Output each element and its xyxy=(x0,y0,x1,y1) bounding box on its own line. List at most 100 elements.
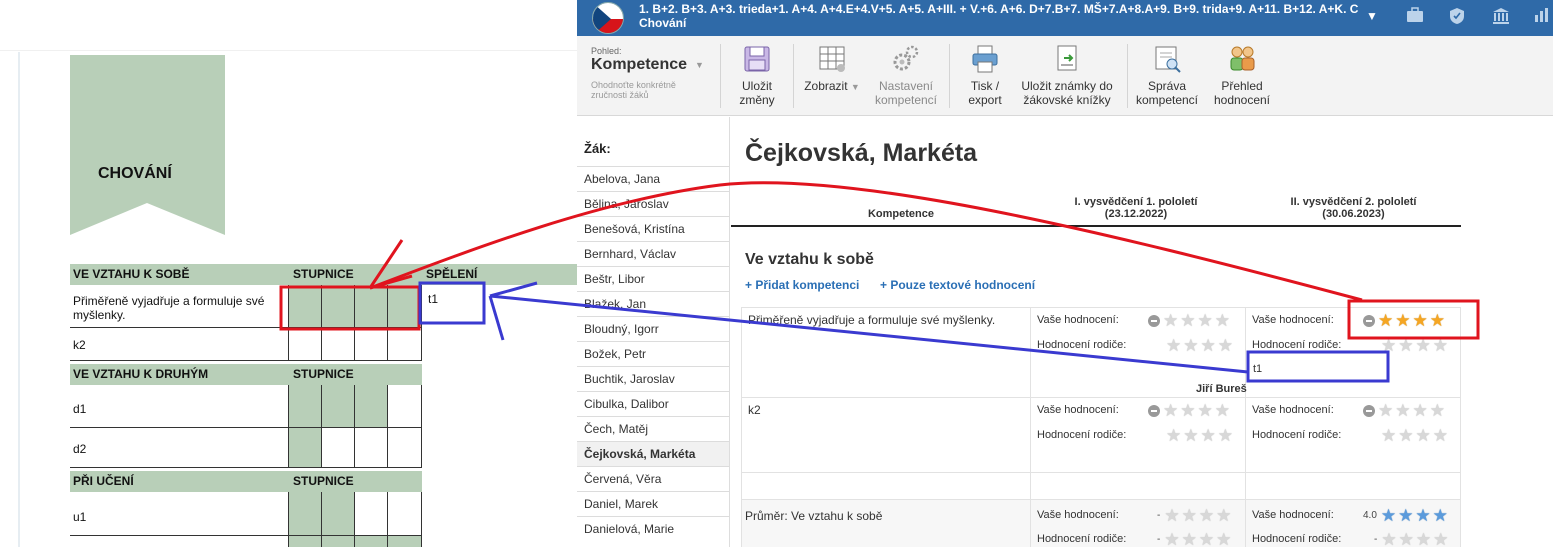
view-selector[interactable]: Kompetence xyxy=(591,56,687,74)
student-list-item[interactable]: Danielová, Marie xyxy=(577,516,729,541)
student-list-item[interactable]: Čejkovská, Markéta xyxy=(577,441,729,466)
shield-icon[interactable] xyxy=(1447,7,1467,27)
class-selector[interactable]: 1. B+2. B+3. A+3. trieda+1. A+4. A+4.E+4… xyxy=(639,2,1358,16)
star-icon[interactable]: ★ xyxy=(1218,337,1233,354)
star-icon[interactable]: ★ xyxy=(1433,531,1448,547)
star-icon[interactable]: ★ xyxy=(1381,507,1396,524)
star-icon[interactable]: ★ xyxy=(1164,531,1179,547)
star-icon[interactable]: ★ xyxy=(1415,507,1430,524)
star-icon[interactable]: ★ xyxy=(1398,427,1413,444)
star-rating[interactable]: ★ ★ ★ ★ xyxy=(1381,427,1450,444)
star-icon[interactable]: ★ xyxy=(1413,402,1428,419)
star-rating[interactable]: - ★ ★ ★ ★ xyxy=(1374,531,1450,547)
star-icon[interactable]: ★ xyxy=(1183,337,1198,354)
star-icon[interactable]: ★ xyxy=(1381,427,1396,444)
evaluation-overview-button[interactable]: Přehled hodnocení xyxy=(1207,44,1277,107)
star-icon[interactable]: ★ xyxy=(1215,402,1230,419)
star-icon[interactable]: ★ xyxy=(1416,427,1431,444)
briefcase-icon[interactable] xyxy=(1405,7,1425,27)
star-icon[interactable]: ★ xyxy=(1216,507,1231,524)
star-icon[interactable]: ★ xyxy=(1164,507,1179,524)
student-list-item[interactable]: Buchtik, Jaroslav xyxy=(577,366,729,391)
star-rating[interactable]: ★ ★ ★ ★ xyxy=(1148,312,1232,329)
manage-competences-button[interactable]: Správa kompetencí xyxy=(1133,44,1201,107)
student-list-item[interactable]: Božek, Petr xyxy=(577,341,729,366)
student-list-item[interactable]: Blažek, Jan xyxy=(577,291,729,316)
star-icon[interactable]: ★ xyxy=(1399,531,1414,547)
star-icon[interactable]: ★ xyxy=(1433,427,1448,444)
text-only-evaluation-link[interactable]: + Pouze textové hodnocení xyxy=(880,278,1035,292)
top-bar: 1. B+2. B+3. A+3. trieda+1. A+4. A+4.E+4… xyxy=(577,0,1553,36)
add-competence-link[interactable]: + Přidat kompetenci xyxy=(745,278,859,292)
star-icon[interactable]: ★ xyxy=(1183,427,1198,444)
star-icon[interactable]: ★ xyxy=(1182,507,1197,524)
student-list-item[interactable]: Bernhard, Václav xyxy=(577,241,729,266)
star-icon[interactable]: ★ xyxy=(1182,531,1197,547)
student-list-item[interactable]: Benešová, Kristína xyxy=(577,216,729,241)
star-icon[interactable]: ★ xyxy=(1416,337,1431,354)
star-icon[interactable]: ★ xyxy=(1381,337,1396,354)
student-list-item[interactable]: Bělina, Jaroslav xyxy=(577,191,729,216)
star-icon[interactable]: ★ xyxy=(1216,531,1231,547)
save-changes-button[interactable]: Uložit změny xyxy=(729,44,785,107)
star-icon[interactable]: ★ xyxy=(1199,531,1214,547)
clear-rating-icon[interactable] xyxy=(1363,404,1375,417)
star-icon[interactable]: ★ xyxy=(1395,402,1410,419)
grid-line xyxy=(70,360,422,361)
star-icon[interactable]: ★ xyxy=(1163,402,1178,419)
star-icon[interactable]: ★ xyxy=(1433,507,1448,524)
student-list-item[interactable]: Čech, Matěj xyxy=(577,416,729,441)
star-rating[interactable]: ★ ★ ★ ★ xyxy=(1363,402,1447,419)
star-icon[interactable]: ★ xyxy=(1398,337,1413,354)
star-icon[interactable]: ★ xyxy=(1215,312,1230,329)
star-icon[interactable]: ★ xyxy=(1166,337,1181,354)
star-icon[interactable]: ★ xyxy=(1430,312,1445,329)
student-list-item[interactable]: Červená, Věra xyxy=(577,466,729,491)
star-rating[interactable]: - ★ ★ ★ ★ xyxy=(1157,531,1233,547)
star-icon[interactable]: ★ xyxy=(1395,312,1410,329)
student-list-item[interactable]: Cibulka, Dalibor xyxy=(577,391,729,416)
star-icon[interactable]: ★ xyxy=(1381,531,1396,547)
star-icon[interactable]: ★ xyxy=(1198,402,1213,419)
star-rating[interactable]: 4.0 ★ ★ ★ ★ xyxy=(1363,507,1450,524)
star-icon[interactable]: ★ xyxy=(1416,531,1431,547)
star-icon[interactable]: ★ xyxy=(1433,337,1448,354)
clear-rating-icon[interactable] xyxy=(1148,404,1160,417)
star-icon[interactable]: ★ xyxy=(1398,507,1413,524)
save-grades-to-booklet-button[interactable]: Uložit známky do žákovské knížky xyxy=(1017,44,1117,107)
student-list-item[interactable]: Daniel, Marek xyxy=(577,491,729,516)
student-list-item[interactable]: Abelova, Jana xyxy=(577,166,729,191)
student-list-item[interactable]: Beštr, Libor xyxy=(577,266,729,291)
chevron-down-icon[interactable]: ▼ xyxy=(1366,9,1378,23)
grid-line xyxy=(1245,307,1246,547)
star-rating[interactable]: ★ ★ ★ ★ xyxy=(1166,337,1235,354)
star-icon[interactable]: ★ xyxy=(1163,312,1178,329)
chevron-down-icon[interactable]: ▼ xyxy=(695,60,704,70)
clear-rating-icon[interactable] xyxy=(1148,314,1160,327)
czech-flag-icon[interactable] xyxy=(592,2,624,34)
star-icon[interactable]: ★ xyxy=(1201,337,1216,354)
star-icon[interactable]: ★ xyxy=(1199,507,1214,524)
star-icon[interactable]: ★ xyxy=(1180,312,1195,329)
bank-icon[interactable] xyxy=(1491,7,1511,27)
star-icon[interactable]: ★ xyxy=(1198,312,1213,329)
star-rating[interactable]: ★ ★ ★ ★ xyxy=(1148,402,1232,419)
chart-icon[interactable] xyxy=(1533,7,1549,27)
star-icon[interactable]: ★ xyxy=(1430,402,1445,419)
star-rating[interactable]: ★ ★ ★ ★ xyxy=(1381,337,1450,354)
star-rating[interactable]: ★ ★ ★ ★ xyxy=(1166,427,1235,444)
competence-settings-button[interactable]: Nastavení kompetencí xyxy=(871,44,941,107)
star-icon[interactable]: ★ xyxy=(1218,427,1233,444)
clear-rating-icon[interactable] xyxy=(1363,314,1375,327)
star-rating[interactable]: - ★ ★ ★ ★ xyxy=(1157,507,1233,524)
star-icon[interactable]: ★ xyxy=(1378,402,1393,419)
star-icon[interactable]: ★ xyxy=(1180,402,1195,419)
star-rating[interactable]: ★ ★ ★ ★ xyxy=(1363,312,1447,329)
student-list-item[interactable]: Bloudný, Igorr xyxy=(577,316,729,341)
star-icon[interactable]: ★ xyxy=(1201,427,1216,444)
show-button[interactable]: Zobrazit ▼ xyxy=(801,44,863,94)
print-export-button[interactable]: Tisk / export xyxy=(957,44,1013,107)
star-icon[interactable]: ★ xyxy=(1378,312,1393,329)
star-icon[interactable]: ★ xyxy=(1166,427,1181,444)
star-icon[interactable]: ★ xyxy=(1413,312,1428,329)
